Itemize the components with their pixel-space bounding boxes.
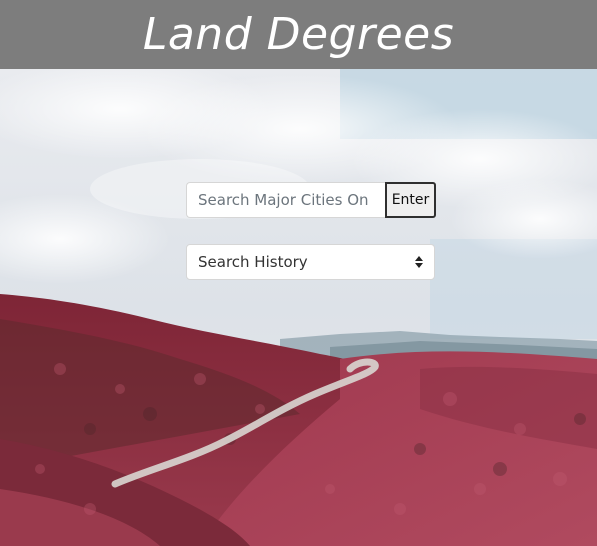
search-bar: Enter [186, 182, 436, 218]
app-page: Land Degrees Search Major Cities On Ente… [0, 0, 597, 546]
page-title: Land Degrees [142, 9, 455, 60]
enter-button[interactable]: Enter [385, 182, 436, 218]
background-landscape-image [0, 69, 597, 546]
search-history-label: Search History [198, 253, 308, 271]
city-search-input[interactable] [186, 182, 385, 218]
search-history-dropdown[interactable]: Search History [186, 244, 435, 280]
select-arrows-icon [415, 256, 423, 268]
header-bar: Land Degrees [0, 0, 597, 69]
